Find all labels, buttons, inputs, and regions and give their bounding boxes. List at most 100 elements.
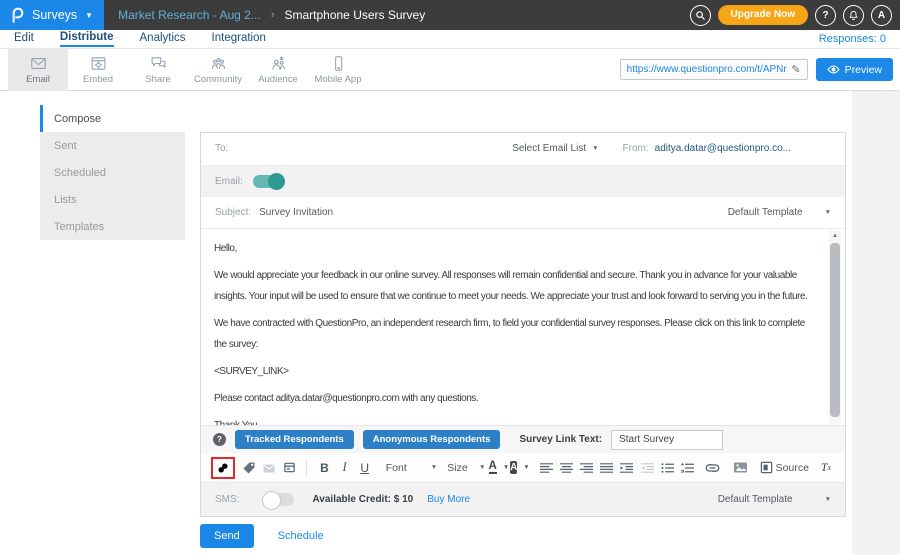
sidebar-item-sent[interactable]: Sent <box>40 132 185 159</box>
align-right-icon <box>580 462 593 474</box>
channel-label: Embed <box>83 74 113 85</box>
align-right-button[interactable] <box>578 458 596 478</box>
help-tooltip-icon[interactable]: ? <box>213 433 226 446</box>
bold-button[interactable]: B <box>315 458 333 478</box>
insert-block-button[interactable] <box>280 458 298 478</box>
chevron-down-icon: ▼ <box>825 209 831 216</box>
tracked-respondents-button[interactable]: Tracked Respondents <box>235 430 354 449</box>
tab-distribute[interactable]: Distribute <box>60 31 114 47</box>
tab-integration[interactable]: Integration <box>212 32 266 46</box>
chevron-down-icon: ▼ <box>825 496 831 503</box>
subject-value[interactable]: Survey Invitation <box>259 207 333 218</box>
insert-image-button[interactable] <box>732 458 750 478</box>
channel-label: Community <box>194 74 242 85</box>
bullet-list-icon <box>661 462 674 474</box>
align-left-button[interactable] <box>537 458 555 478</box>
sms-row: SMS: Available Credit: $ 10 Buy More Def… <box>201 483 845 516</box>
survey-link-text-label: Survey Link Text: <box>519 434 602 445</box>
top-header: Surveys ▼ Market Research - Aug 2... › S… <box>0 0 900 30</box>
select-email-list-dropdown[interactable]: Select Email List <box>512 143 586 154</box>
numbered-list-button[interactable] <box>678 458 696 478</box>
remove-format-button[interactable]: Tx <box>817 458 835 478</box>
anonymous-respondents-button[interactable]: Anonymous Respondents <box>363 430 501 449</box>
chevron-down-icon: ▼ <box>431 464 437 471</box>
sidebar-item-lists[interactable]: Lists <box>40 186 185 213</box>
sidebar-item-scheduled[interactable]: Scheduled <box>40 159 185 186</box>
merge-tag-button[interactable] <box>240 458 258 478</box>
underline-button[interactable]: U <box>356 458 374 478</box>
from-label: From: <box>623 143 649 154</box>
channel-embed[interactable]: Embed <box>68 49 128 91</box>
channel-email[interactable]: Email <box>8 49 68 91</box>
breadcrumb-separator-icon: › <box>271 9 275 21</box>
app-window: Surveys ▼ Market Research - Aug 2... › S… <box>0 0 900 555</box>
responses-count[interactable]: Responses: 0 <box>819 33 886 45</box>
subject-label: Subject: <box>215 207 251 218</box>
font-dropdown[interactable]: Font▼ <box>384 462 440 474</box>
channel-label: Mobile App <box>314 74 361 85</box>
source-button[interactable]: Source <box>760 458 809 478</box>
buy-more-link[interactable]: Buy More <box>427 494 470 505</box>
body-scrollbar[interactable]: ▲ <box>829 230 841 425</box>
notifications-button[interactable] <box>843 5 864 26</box>
upgrade-now-button[interactable]: Upgrade Now <box>718 5 808 25</box>
link-variable-icon <box>216 461 230 475</box>
sidebar-item-compose[interactable]: Compose <box>40 105 185 132</box>
preview-label: Preview <box>845 64 882 76</box>
audience-icon <box>270 55 287 72</box>
email-body-editor[interactable]: Hello, We would appreciate your feedback… <box>201 229 845 426</box>
email-template-button[interactable] <box>260 458 278 478</box>
subject-row: Subject: Survey Invitation Default Templ… <box>201 197 845 229</box>
preview-button[interactable]: Preview <box>816 58 893 81</box>
email-toggle-label: Email: <box>215 176 243 187</box>
survey-link-text-input[interactable] <box>611 430 723 450</box>
to-row: To: Select Email List ▼ From: aditya.dat… <box>201 133 845 166</box>
email-icon <box>30 55 47 72</box>
scroll-up-icon[interactable]: ▲ <box>829 230 841 242</box>
insert-link-variable-highlight[interactable] <box>211 457 235 479</box>
send-button[interactable]: Send <box>200 524 254 548</box>
help-button[interactable]: ? <box>815 5 836 26</box>
product-switcher[interactable]: Surveys ▼ <box>0 0 104 30</box>
source-page-icon <box>760 461 773 474</box>
justify-button[interactable] <box>598 458 616 478</box>
italic-button[interactable]: I <box>335 458 353 478</box>
from-email-value[interactable]: aditya.datar@questionpro.co... <box>655 143 791 154</box>
chevron-down-icon: ▼ <box>523 464 529 471</box>
tab-edit[interactable]: Edit <box>14 32 34 46</box>
edit-url-pencil-icon[interactable]: ✎ <box>791 63 800 76</box>
embed-icon <box>90 55 107 72</box>
schedule-link[interactable]: Schedule <box>278 530 324 542</box>
insert-link-button[interactable] <box>703 458 721 478</box>
breadcrumb-folder[interactable]: Market Research - Aug 2... <box>118 8 261 22</box>
channel-community[interactable]: Community <box>188 49 248 91</box>
email-sidebar: Compose Sent Scheduled Lists Templates <box>40 105 185 240</box>
header-actions: Upgrade Now ? A <box>690 5 900 26</box>
increase-indent-button[interactable] <box>618 458 636 478</box>
sidebar-item-templates[interactable]: Templates <box>40 213 185 240</box>
sms-template-dropdown[interactable]: Default Template <box>718 494 793 505</box>
subject-template-dropdown[interactable]: Default Template <box>728 207 803 218</box>
tab-analytics[interactable]: Analytics <box>140 32 186 46</box>
survey-url-group: https://www.questionpro.com/t/APNrFZ ✎ P… <box>620 58 900 81</box>
avatar[interactable]: A <box>871 5 892 26</box>
editor-toolbar: B I U Font▼ Size▼ A▼ A▼ <box>201 453 845 483</box>
channel-share[interactable]: Share <box>128 49 188 91</box>
channel-audience[interactable]: Audience <box>248 49 308 91</box>
search-button[interactable] <box>690 5 711 26</box>
text-color-button[interactable]: A▼ <box>489 458 508 478</box>
email-toggle[interactable] <box>253 175 284 188</box>
product-label: Surveys <box>32 8 77 22</box>
sms-toggle[interactable] <box>263 493 294 506</box>
align-center-button[interactable] <box>558 458 576 478</box>
mobile-app-icon <box>330 55 347 72</box>
channel-mobile-app[interactable]: Mobile App <box>308 49 368 91</box>
survey-url-field[interactable]: https://www.questionpro.com/t/APNrFZ ✎ <box>620 59 808 80</box>
size-dropdown[interactable]: Size▼ <box>445 462 487 474</box>
to-label: To: <box>215 143 228 154</box>
bullet-list-button[interactable] <box>658 458 676 478</box>
background-color-button[interactable]: A▼ <box>510 458 529 478</box>
chevron-down-icon: ▼ <box>85 11 93 20</box>
scrollbar-thumb[interactable] <box>830 243 840 418</box>
decrease-indent-button[interactable] <box>638 458 656 478</box>
